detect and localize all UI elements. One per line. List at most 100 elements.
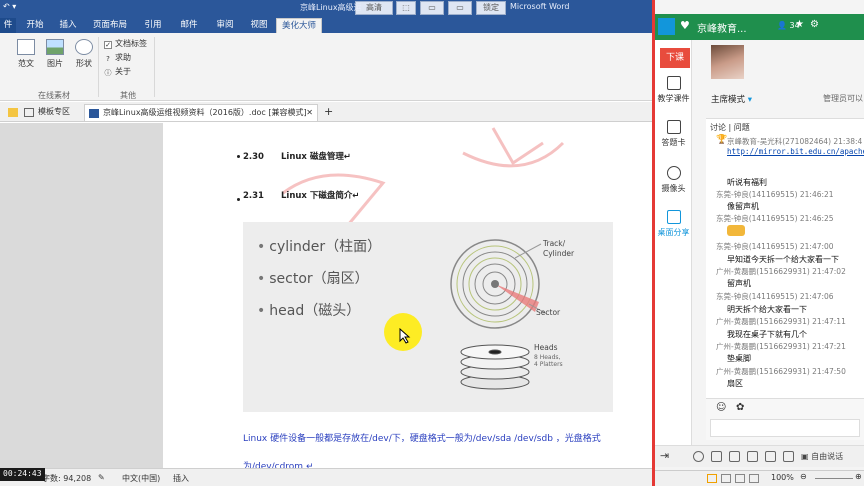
desktop-share-button[interactable]: 桌面分享: [655, 210, 692, 238]
teaching-mode-select[interactable]: 主席模式 ▾: [711, 93, 752, 105]
zoom-level[interactable]: 100%: [771, 473, 794, 482]
monitor-icon: [666, 210, 681, 224]
tab-references[interactable]: 引用: [140, 18, 166, 33]
insert-mode[interactable]: 插入: [173, 473, 189, 484]
chat-input[interactable]: [710, 419, 860, 437]
courseware-button[interactable]: 教学课件: [655, 76, 692, 104]
exit-icon[interactable]: ⇥: [660, 449, 669, 462]
camera-button[interactable]: 摄像头: [655, 166, 692, 194]
word-statusbar: 字数: 94,208 ✎ 中文(中国) 插入: [0, 468, 655, 486]
mouse-pointer-icon: [399, 328, 411, 344]
label-heads-sub2: 4 Platters: [534, 361, 563, 368]
close-icon[interactable]: ✕: [306, 105, 313, 121]
chat-header: 东莞-钟良(141169515) 21:47:06: [716, 292, 834, 301]
chat-message: 我现在桌子下就有几个: [727, 330, 807, 339]
label-cylinder: Cylinder: [543, 249, 575, 258]
doc-tab-active[interactable]: 京峰Linux高级运维视频资料（2016版）.doc [兼容模式] ✕: [84, 104, 318, 121]
side-label: 教学课件: [657, 94, 690, 103]
proofing-icon[interactable]: ✎: [98, 473, 105, 482]
shape-button[interactable]: 形状: [70, 39, 98, 69]
word-titlebar: ↶ ▾ 高清 ⬚ ▭ ▭ 锁定 京峰Linux高级运 Microsoft Wor…: [0, 0, 655, 16]
zoom-slider[interactable]: [815, 478, 853, 479]
about-label: 关于: [115, 67, 131, 76]
tab-home[interactable]: 开始: [22, 18, 48, 33]
tab-page-layout[interactable]: 页面布局: [90, 18, 130, 33]
doc-tabs-checkbox[interactable]: ✓ 文档标签: [104, 38, 147, 49]
new-tab-button[interactable]: +: [320, 104, 333, 121]
doc-tab-templates[interactable]: 模板专区: [20, 104, 70, 121]
chat-input-area[interactable]: ☺ ✿: [706, 398, 864, 440]
template-label: 范文: [18, 59, 34, 68]
language[interactable]: 中文(中国): [122, 473, 160, 484]
tab-beautify-master[interactable]: 美化大师: [276, 18, 322, 33]
overlay-button-3[interactable]: ▭: [420, 1, 444, 15]
zoom-bar: 100% ⊖ ⊕: [655, 470, 864, 486]
tab-mailings[interactable]: 邮件: [176, 18, 202, 33]
flower-icon[interactable]: ✿: [736, 402, 744, 413]
embedded-disk-slide-image: cylinder（柱面） sector（扇区） head（磁头） Track/ …: [243, 222, 613, 412]
word-count[interactable]: 字数: 94,208: [42, 473, 91, 484]
overlay-button-2[interactable]: ⬚: [396, 1, 416, 15]
home-icon[interactable]: [658, 18, 675, 35]
view-outline-icon[interactable]: [749, 474, 759, 483]
camera-small-icon[interactable]: [747, 451, 758, 462]
free-talk-toggle[interactable]: ▣ 自由说话: [801, 451, 843, 462]
body-paragraph-line-1: Linux 硬件设备一般都是存放在/dev/下，硬盘格式一般为/dev/sda …: [243, 434, 601, 444]
template-button[interactable]: 范文: [12, 39, 40, 69]
settings-icon[interactable]: [693, 451, 704, 462]
zoom-out-icon[interactable]: ⊖: [800, 472, 807, 481]
mode-label: 主席模式: [711, 95, 746, 105]
quick-access-icons[interactable]: ↶ ▾: [3, 2, 16, 11]
side-label: 桌面分享: [657, 228, 690, 237]
tab-insert[interactable]: 插入: [55, 18, 81, 33]
heart-icon[interactable]: ♥: [680, 19, 690, 32]
admin-note: 管理员可以: [823, 94, 863, 103]
chat-message: 早知道今天拆一个给大家看一下: [727, 255, 839, 264]
picture-button[interactable]: 图片: [41, 39, 69, 69]
smiley-icon[interactable]: ☺: [716, 402, 726, 413]
about-item[interactable]: ⓘ 关于: [104, 66, 132, 78]
disk-diagram: [450, 239, 548, 390]
tab-file[interactable]: 件: [0, 18, 16, 33]
side-label: 摄像头: [661, 184, 686, 193]
word-doc-icon: [89, 109, 99, 118]
notice-icon: 🏆: [716, 135, 728, 145]
chat-header: 东莞-钟良(141169515) 21:46:21: [716, 190, 834, 199]
help-item[interactable]: ? 求助: [104, 52, 131, 64]
chat-header: 广州-黄磊鹏(1516629931) 21:47:02: [716, 267, 846, 276]
answer-card-button[interactable]: 答题卡: [655, 120, 692, 148]
zoom-in-icon[interactable]: ⊕: [855, 472, 862, 481]
app-name: Microsoft Word: [510, 2, 570, 11]
chat-tabs[interactable]: 讨论 | 问题: [710, 122, 750, 133]
microphone-icon[interactable]: [729, 451, 740, 462]
ribbon: 范文 图片 形状 ✓ 文档标签 ? 求助 ⓘ 关于 在线素材 其他: [0, 33, 655, 101]
heading-number: 2.31: [243, 191, 264, 201]
panel-sidebar: 教学课件 答题卡 摄像头 桌面分享: [655, 40, 692, 445]
view-fullscreen-icon[interactable]: [721, 474, 731, 483]
video-icon[interactable]: [783, 451, 794, 462]
chat-header: 广州-黄磊鹏(1516629931) 21:47:11: [716, 317, 846, 326]
heading-2-31: 2.31 Linux 下磁盘简介↵: [243, 189, 360, 201]
chat-link[interactable]: http://mirror.bit.edu.cn/apache/to: [727, 147, 864, 156]
picture-icon: [46, 39, 64, 55]
watermark-logo: [282, 127, 565, 232]
chevron-down-icon: ▾: [747, 95, 752, 105]
heading-bullet: [237, 155, 240, 158]
overlay-button-4[interactable]: ▭: [448, 1, 472, 15]
end-class-button[interactable]: 下课: [660, 48, 690, 68]
document-tab-bar: 模板专区 京峰Linux高级运维视频资料（2016版）.doc [兼容模式] ✕ …: [0, 102, 655, 122]
chat-header: 广州-黄磊鹏(1516629931) 21:47:50: [716, 367, 846, 376]
view-print-icon[interactable]: [707, 474, 717, 483]
star-icon[interactable]: ★: [795, 19, 804, 30]
doc-tab-label: 模板专区: [38, 107, 70, 116]
music-icon[interactable]: [765, 451, 776, 462]
gear-icon[interactable]: ⚙: [810, 19, 819, 30]
panel-header: ♥ 京峰教育... 👤 34 ★ ⚙: [655, 14, 864, 40]
overlay-lock-button[interactable]: 锁定: [476, 1, 506, 15]
tab-review[interactable]: 审阅: [212, 18, 238, 33]
chat-message: 留声机: [727, 279, 751, 288]
tab-view[interactable]: 视图: [246, 18, 272, 33]
speaker-icon[interactable]: [711, 451, 722, 462]
view-web-icon[interactable]: [735, 474, 745, 483]
camera-icon: [666, 166, 681, 180]
